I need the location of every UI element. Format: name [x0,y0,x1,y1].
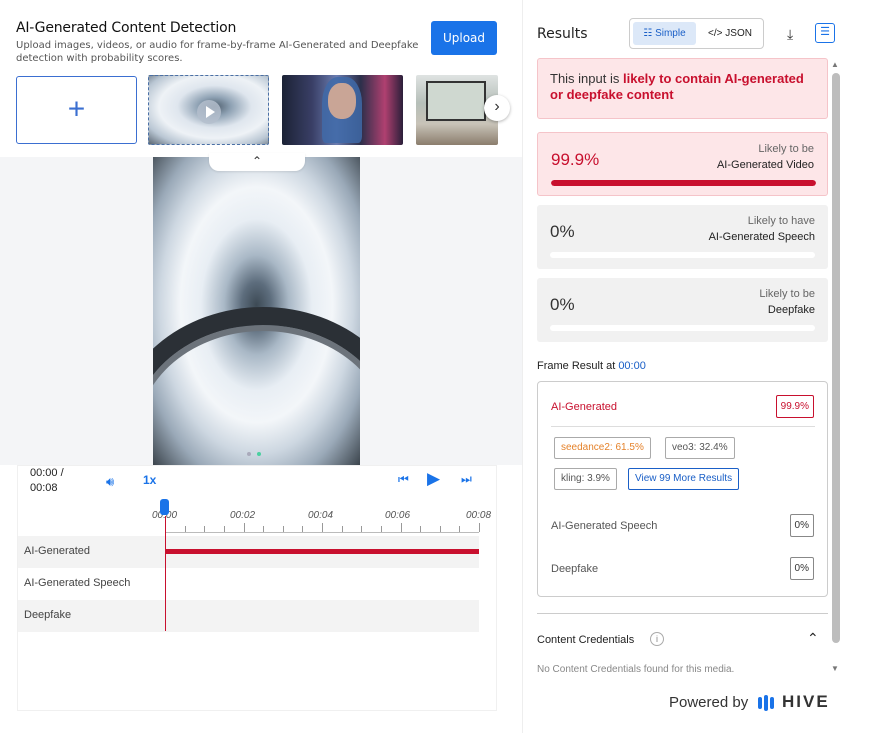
frame-deepfake-value: 0% [789,557,814,580]
frame-ai-label: AI-Generated [551,401,618,413]
tick-label: 00:06 [385,510,411,521]
results-scroll[interactable]: This input is likely to contain AI-gener… [537,58,829,678]
time-readout: 00:00 / 00:08 [30,467,64,494]
verdict-banner: This input is likely to contain AI-gener… [537,58,828,119]
ruler-tick [341,526,343,532]
upload-button[interactable]: Upload [431,21,497,55]
frame-speech-label: AI-Generated Speech [551,520,658,532]
ruler-tick [380,526,382,532]
ruler-tick [302,526,304,532]
scroll-down-arrow[interactable]: ▼ [831,664,839,673]
playhead-handle[interactable] [160,499,169,515]
ruler-tick [361,526,363,532]
ruler-tick [223,526,225,532]
timeline-ruler[interactable]: 00:00 00:02 00:04 00:06 00:08 [18,498,498,538]
scrollbar-thumb[interactable] [832,73,840,643]
ruler-tick [420,526,422,532]
play-icon[interactable]: ▶ [427,469,440,489]
hive-brand: HIVE [782,692,830,711]
content-credentials-title: Content Credentials [537,634,635,646]
detection-bar [165,549,479,554]
track-ai-generated: AI-Generated [18,536,479,568]
page-subtitle: Upload images, videos, or audio for fram… [16,40,419,64]
list-view-icon[interactable]: ☰ [815,23,835,43]
ruler-tick [184,526,186,532]
frame-ai-value: 99.9% [775,395,814,418]
play-icon [197,100,221,124]
model-chip[interactable]: veo3: 32.4% [665,437,735,459]
view-toggle: ☷ Simple </> JSON [629,18,764,49]
media-panel: AI-Generated Content Detection Upload im… [0,0,522,733]
skip-forward-icon[interactable]: ⏭︎ [461,472,472,487]
ruler-tick [243,523,245,532]
tick-label: 00:08 [466,510,492,521]
score-bar [551,180,816,186]
results-title: Results [537,26,588,42]
thumbnail-cyber-woman[interactable] [282,75,403,145]
chevron-up-icon[interactable]: ⌃ [209,153,305,171]
plus-icon: + [67,92,86,126]
view-json-button[interactable]: </> JSON [700,22,760,45]
content-credentials-note: No Content Credentials found for this me… [537,664,735,675]
speed-button[interactable]: 1x [143,473,156,487]
model-chip[interactable]: kling: 3.9% [554,468,617,490]
frame-speech-value: 0% [789,514,814,537]
download-icon[interactable]: ⤓ [787,26,793,43]
frame-deepfake-label: Deepfake [551,563,599,575]
view-more-results-button[interactable]: View 99 More Results [628,468,740,490]
score-card-speech: 0% Likely to have AI-Generated Speech [537,205,828,269]
ruler-tick [459,526,461,532]
ruler-tick [282,526,284,532]
frame-result-heading: Frame Result at 00:00 [537,360,646,372]
track-deepfake: Deepfake [18,600,479,632]
frame-result-box: AI-Generated 99.9% seedance2: 61.5% veo3… [537,381,828,597]
tick-label: 00:04 [308,510,334,521]
scroll-up-arrow[interactable]: ▲ [831,60,839,69]
ruler-tick [322,523,323,532]
results-panel: Results ☷ Simple </> JSON ⤓ ☰ This input… [522,0,878,733]
ruler-tick [263,526,265,532]
volume-icon[interactable]: 🔊︎ [106,474,114,490]
timeline-player: 00:00 / 00:08 🔊︎ 1x ⏮︎ ▶ ⏭︎ 00:00 00:02 … [17,465,497,711]
skip-back-icon[interactable]: ⏮︎ [398,472,409,487]
video-frame[interactable] [153,157,360,465]
hive-logo-icon [758,695,778,711]
chevron-right-icon[interactable]: › [484,95,510,121]
model-chip[interactable]: seedance2: 61.5% [554,437,651,459]
video-stage [0,157,522,465]
view-simple-button[interactable]: ☷ Simple [633,22,696,45]
score-card-video: 99.9% Likely to be AI-Generated Video [537,132,828,196]
thumbnail-hurricane-video[interactable] [148,75,269,145]
add-media-button[interactable]: + [16,76,137,144]
page-header: AI-Generated Content Detection Upload im… [16,20,426,65]
ruler-tick [400,523,402,532]
track-ai-speech: AI-Generated Speech [24,577,131,589]
ruler-tick [204,526,206,532]
ruler-tick [479,523,480,532]
page-title: AI-Generated Content Detection [16,20,237,36]
tick-label: 00:02 [230,510,256,521]
score-card-deepfake: 0% Likely to be Deepfake [537,278,828,342]
ruler-tick [439,526,441,532]
thumbnail-strip: + › [16,75,510,145]
info-icon[interactable]: i [650,632,664,646]
chevron-up-icon[interactable]: ⌃ [807,630,819,647]
playhead-line [165,516,166,631]
powered-by-label: Powered by [669,694,749,711]
